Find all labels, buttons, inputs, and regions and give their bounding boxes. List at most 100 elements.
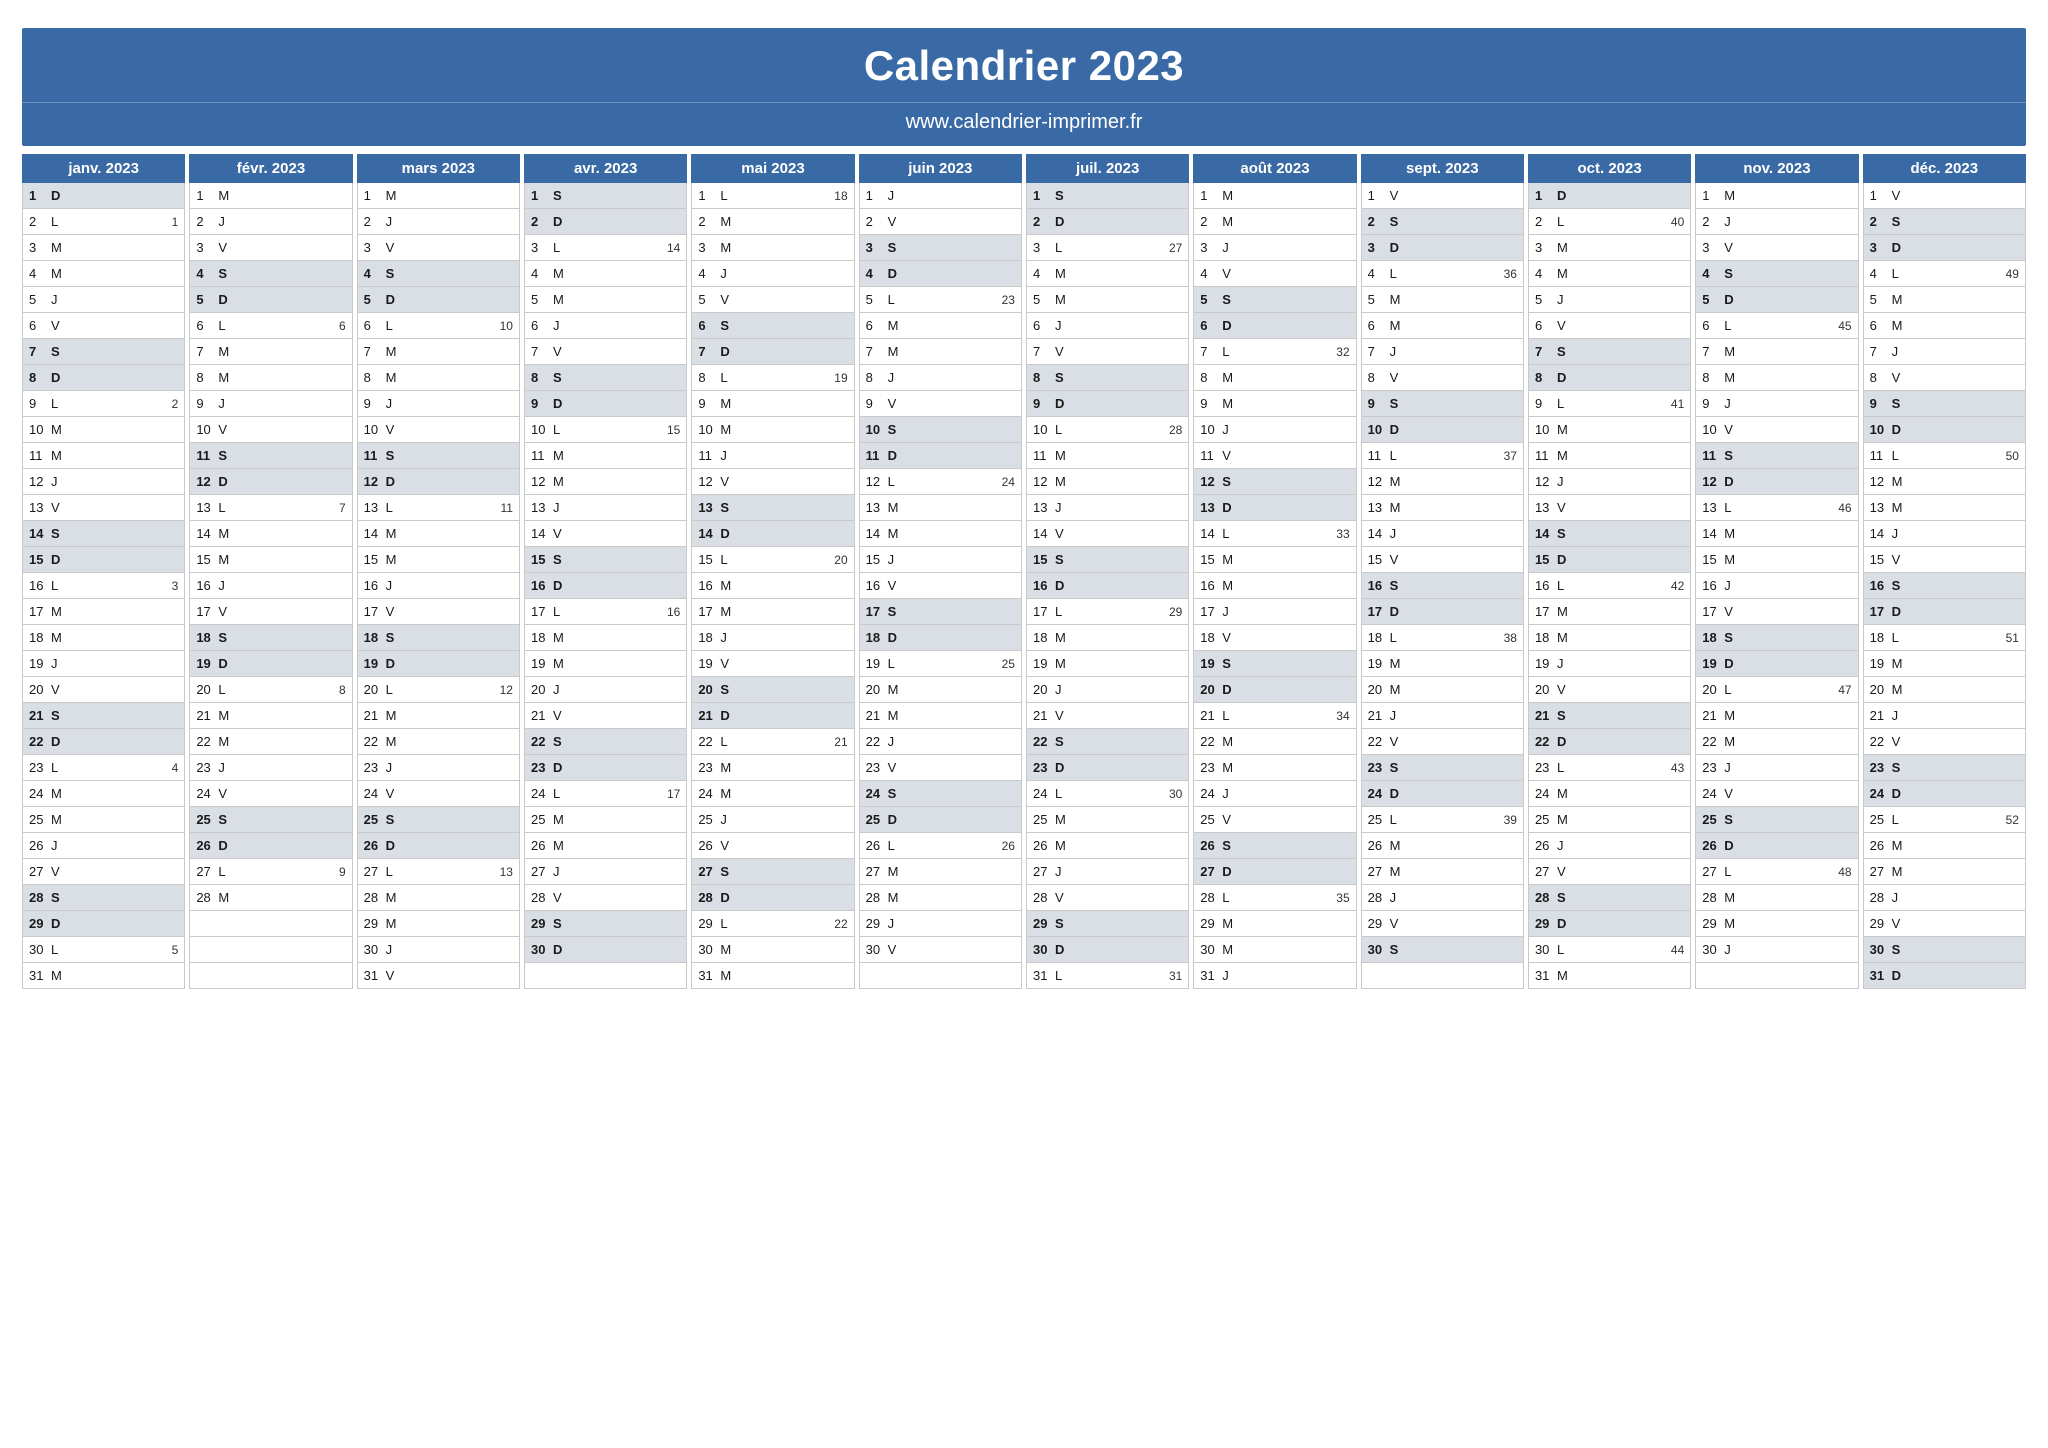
day-number: 26 xyxy=(196,838,218,853)
day-number: 7 xyxy=(196,344,218,359)
day-weekday: D xyxy=(1055,760,1075,775)
day-weekday: S xyxy=(1557,526,1577,541)
day-cell: 1S xyxy=(524,183,687,209)
day-number: 13 xyxy=(196,500,218,515)
day-weekday: M xyxy=(1055,448,1075,463)
day-weekday: M xyxy=(1724,734,1744,749)
day-cell: 19J xyxy=(1528,651,1691,677)
day-number: 14 xyxy=(29,526,51,541)
day-weekday: J xyxy=(51,838,71,853)
day-number: 22 xyxy=(29,734,51,749)
week-number: 44 xyxy=(1671,943,1684,957)
day-weekday: V xyxy=(553,890,573,905)
day-weekday: V xyxy=(218,786,238,801)
day-cell: 22V xyxy=(1863,729,2026,755)
calendar-grid: janv. 20231D2L13M4M5J6V7S8D9L210M11M12J1… xyxy=(22,154,2026,989)
day-weekday: M xyxy=(386,708,406,723)
day-number: 12 xyxy=(1200,474,1222,489)
day-number: 29 xyxy=(1702,916,1724,931)
day-number: 25 xyxy=(698,812,720,827)
week-number: 28 xyxy=(1169,423,1182,437)
week-number: 10 xyxy=(500,319,513,333)
day-number: 30 xyxy=(1368,942,1390,957)
day-cell: 23D xyxy=(1026,755,1189,781)
day-number: 11 xyxy=(1368,448,1390,463)
day-number: 2 xyxy=(1200,214,1222,229)
day-weekday: J xyxy=(1390,526,1410,541)
day-cell: 4L49 xyxy=(1863,261,2026,287)
day-cell: 6J xyxy=(1026,313,1189,339)
day-weekday: D xyxy=(888,448,908,463)
day-weekday: L xyxy=(1557,942,1577,957)
day-weekday: L xyxy=(720,916,740,931)
day-number: 11 xyxy=(531,448,553,463)
day-number: 7 xyxy=(531,344,553,359)
day-number: 17 xyxy=(866,604,888,619)
week-number: 30 xyxy=(1169,787,1182,801)
day-weekday: M xyxy=(1724,916,1744,931)
day-cell: 12D xyxy=(1695,469,1858,495)
day-weekday: D xyxy=(51,188,71,203)
day-weekday: L xyxy=(218,864,238,879)
day-cell: 4S xyxy=(1695,261,1858,287)
week-number: 17 xyxy=(667,787,680,801)
day-number: 8 xyxy=(364,370,386,385)
day-number: 7 xyxy=(1702,344,1724,359)
day-cell: 3V xyxy=(1695,235,1858,261)
day-number: 2 xyxy=(866,214,888,229)
day-number: 27 xyxy=(1535,864,1557,879)
day-weekday: M xyxy=(386,370,406,385)
day-weekday: V xyxy=(386,240,406,255)
day-weekday: V xyxy=(386,786,406,801)
day-cell: 26V xyxy=(691,833,854,859)
day-weekday: J xyxy=(386,760,406,775)
day-number: 23 xyxy=(698,760,720,775)
day-weekday: S xyxy=(720,864,740,879)
day-cell: 24D xyxy=(1361,781,1524,807)
day-cell: 3V xyxy=(189,235,352,261)
month-column: janv. 20231D2L13M4M5J6V7S8D9L210M11M12J1… xyxy=(22,154,185,989)
day-weekday: D xyxy=(888,266,908,281)
day-number: 14 xyxy=(1200,526,1222,541)
day-cell: 20D xyxy=(1193,677,1356,703)
day-number: 27 xyxy=(866,864,888,879)
day-number: 23 xyxy=(531,760,553,775)
week-number: 27 xyxy=(1169,241,1182,255)
day-number: 19 xyxy=(1870,656,1892,671)
day-cell: 3D xyxy=(1361,235,1524,261)
day-number: 21 xyxy=(866,708,888,723)
day-weekday: D xyxy=(1892,422,1912,437)
day-weekday: M xyxy=(218,188,238,203)
day-cell: 5J xyxy=(22,287,185,313)
day-number: 3 xyxy=(1535,240,1557,255)
day-number: 12 xyxy=(1535,474,1557,489)
day-weekday: M xyxy=(1557,812,1577,827)
day-cell: 17V xyxy=(1695,599,1858,625)
day-cell: 14S xyxy=(22,521,185,547)
day-weekday: V xyxy=(1557,500,1577,515)
day-number: 28 xyxy=(531,890,553,905)
day-weekday: D xyxy=(720,526,740,541)
day-number: 26 xyxy=(1368,838,1390,853)
day-weekday: M xyxy=(888,708,908,723)
day-number: 9 xyxy=(698,396,720,411)
day-number: 24 xyxy=(698,786,720,801)
day-weekday: S xyxy=(720,682,740,697)
page-title: Calendrier 2023 xyxy=(22,42,2026,90)
week-number: 1 xyxy=(172,215,179,229)
day-weekday: M xyxy=(1892,682,1912,697)
day-cell: 30S xyxy=(1863,937,2026,963)
day-cell: 18M xyxy=(1528,625,1691,651)
day-weekday: M xyxy=(386,890,406,905)
day-cell: 30J xyxy=(357,937,520,963)
day-weekday: M xyxy=(1222,734,1242,749)
day-weekday: D xyxy=(51,916,71,931)
day-number: 10 xyxy=(364,422,386,437)
day-cell: 26D xyxy=(189,833,352,859)
day-weekday: S xyxy=(1557,890,1577,905)
day-number: 30 xyxy=(1870,942,1892,957)
day-number: 8 xyxy=(196,370,218,385)
day-weekday: J xyxy=(218,214,238,229)
month-header: mars 2023 xyxy=(357,154,520,183)
day-cell: 29S xyxy=(524,911,687,937)
